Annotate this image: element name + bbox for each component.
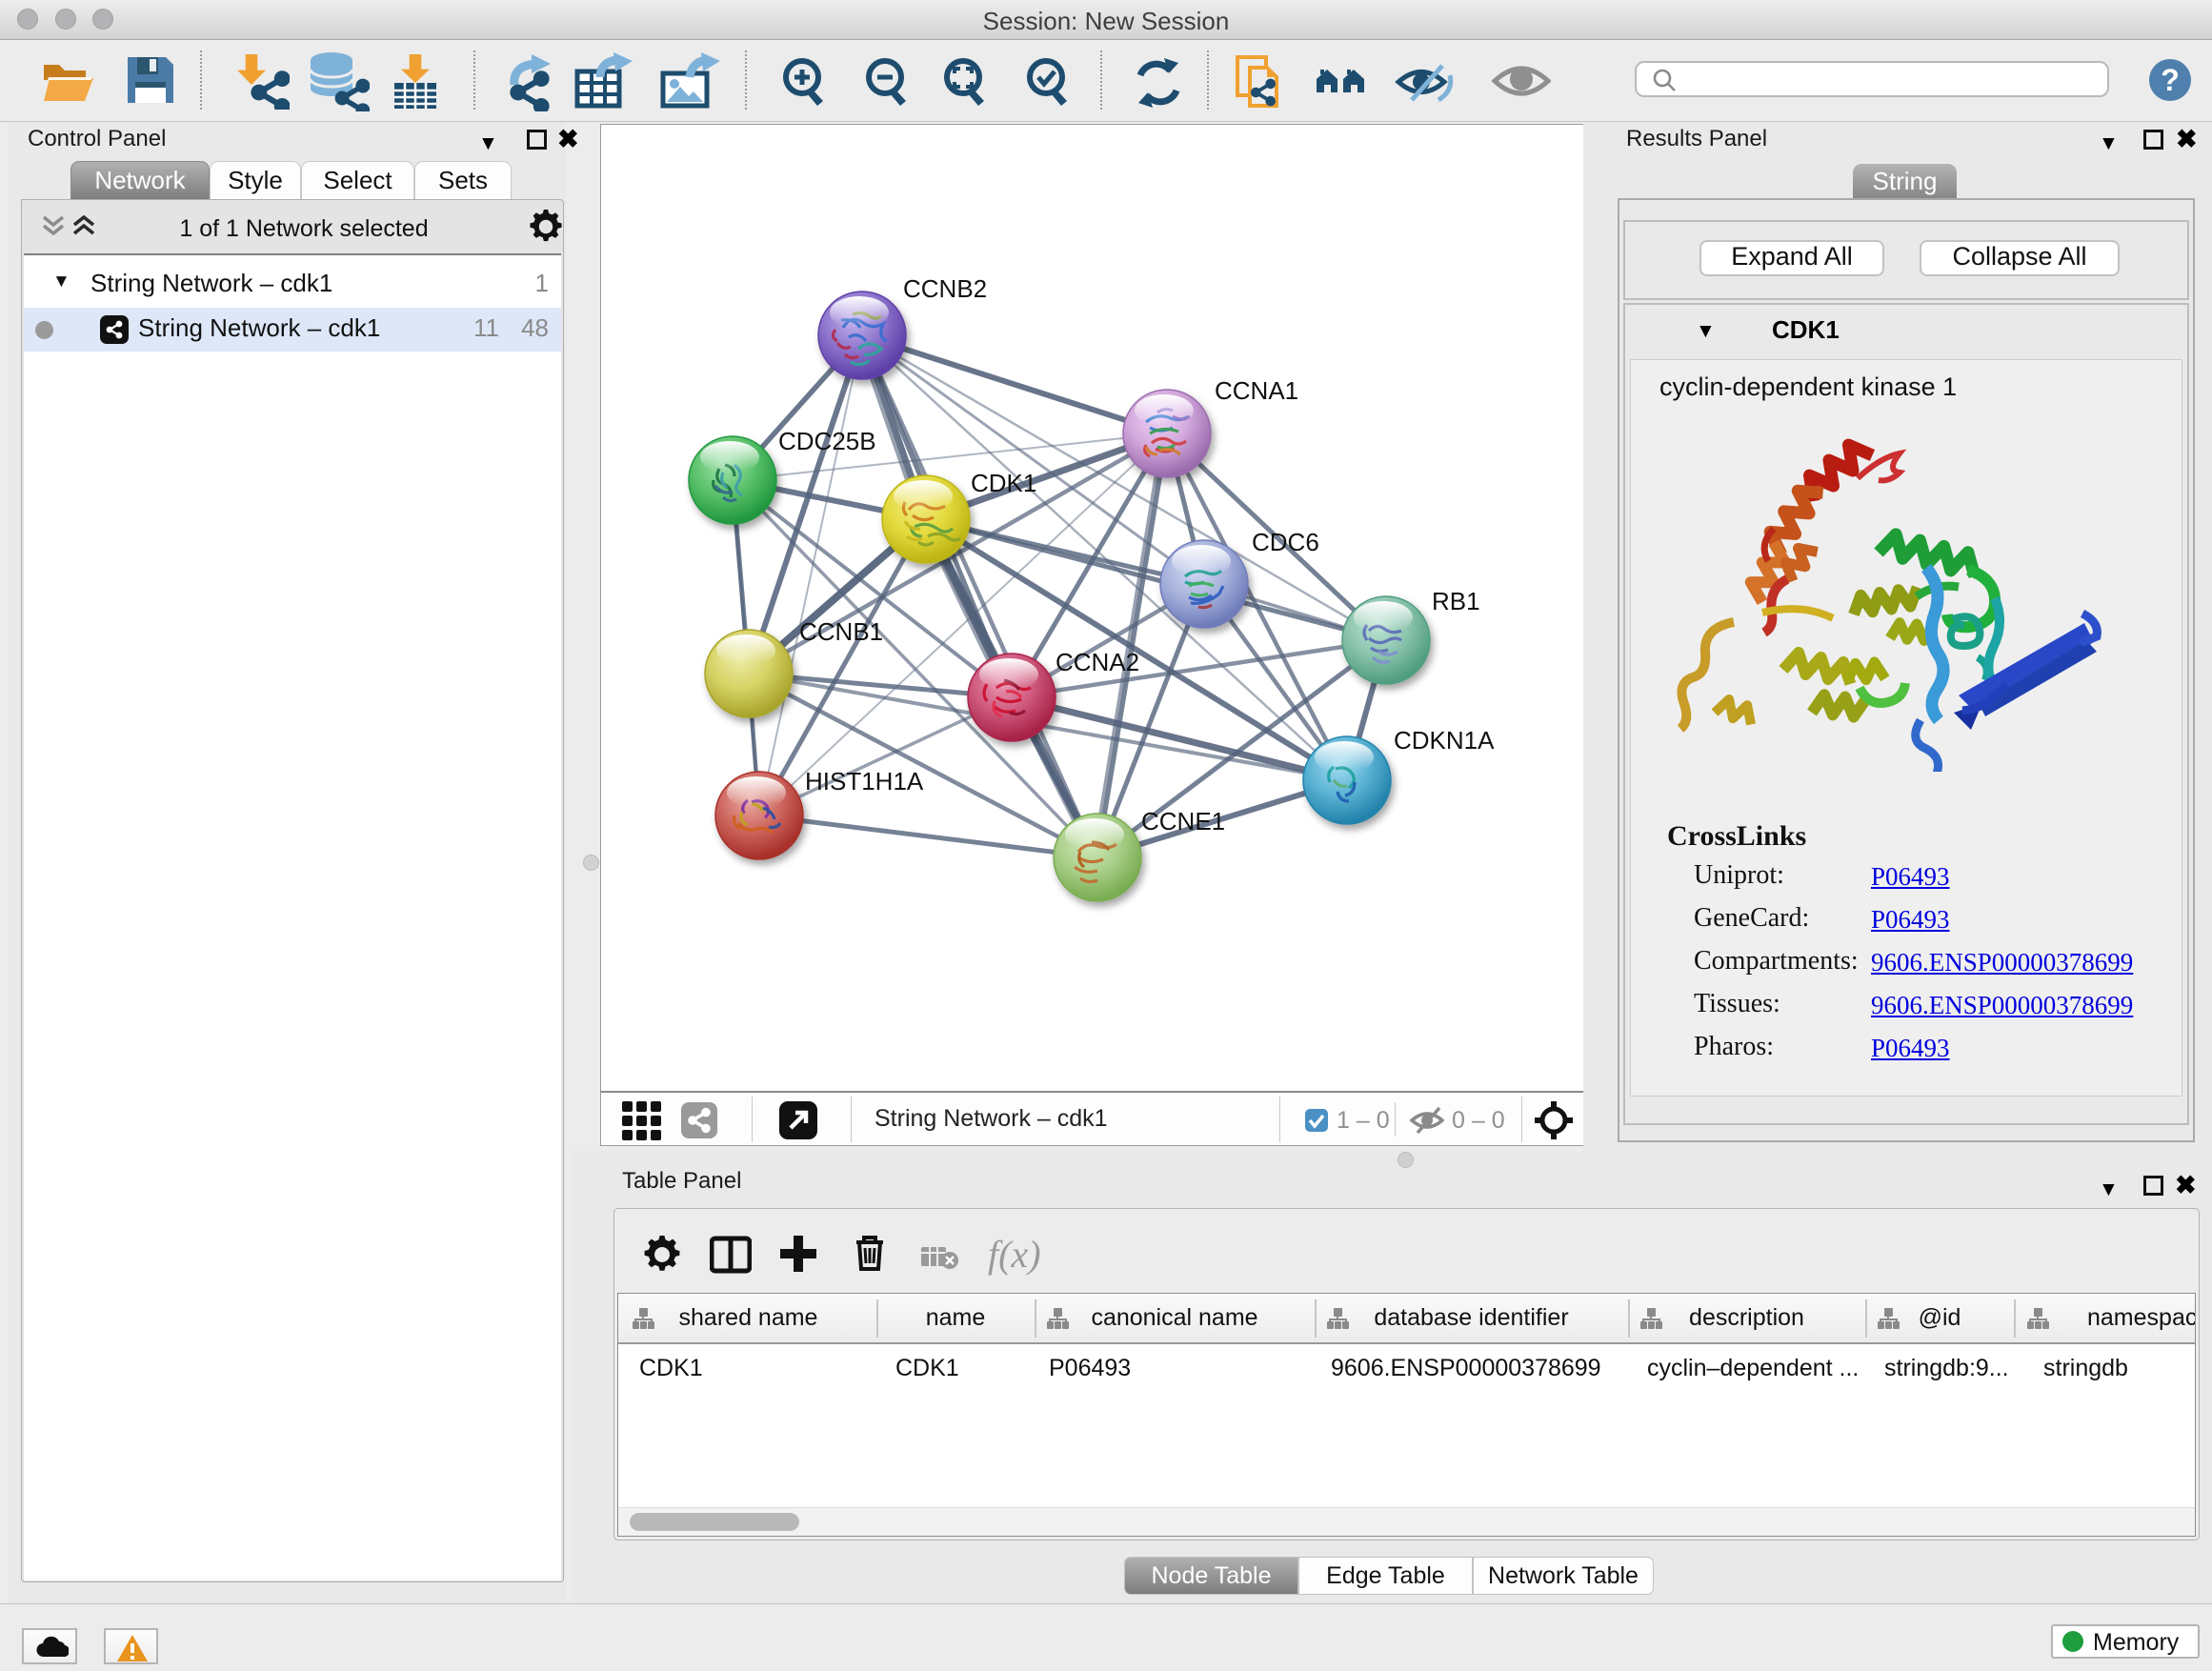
svg-text:CDC25B: CDC25B [778,427,876,455]
svg-text:HIST1H1A: HIST1H1A [805,767,924,795]
svg-text:CCNB1: CCNB1 [799,617,883,646]
svg-text:CDC6: CDC6 [1252,528,1319,556]
svg-text:CCNA2: CCNA2 [1056,648,1139,676]
svg-text:RB1: RB1 [1432,587,1480,615]
svg-text:CDK1: CDK1 [971,469,1036,497]
svg-text:CCNB2: CCNB2 [903,274,987,303]
svg-text:CCNE1: CCNE1 [1141,807,1225,836]
svg-text:CDKN1A: CDKN1A [1394,726,1495,755]
svg-text:CCNA1: CCNA1 [1215,376,1298,405]
